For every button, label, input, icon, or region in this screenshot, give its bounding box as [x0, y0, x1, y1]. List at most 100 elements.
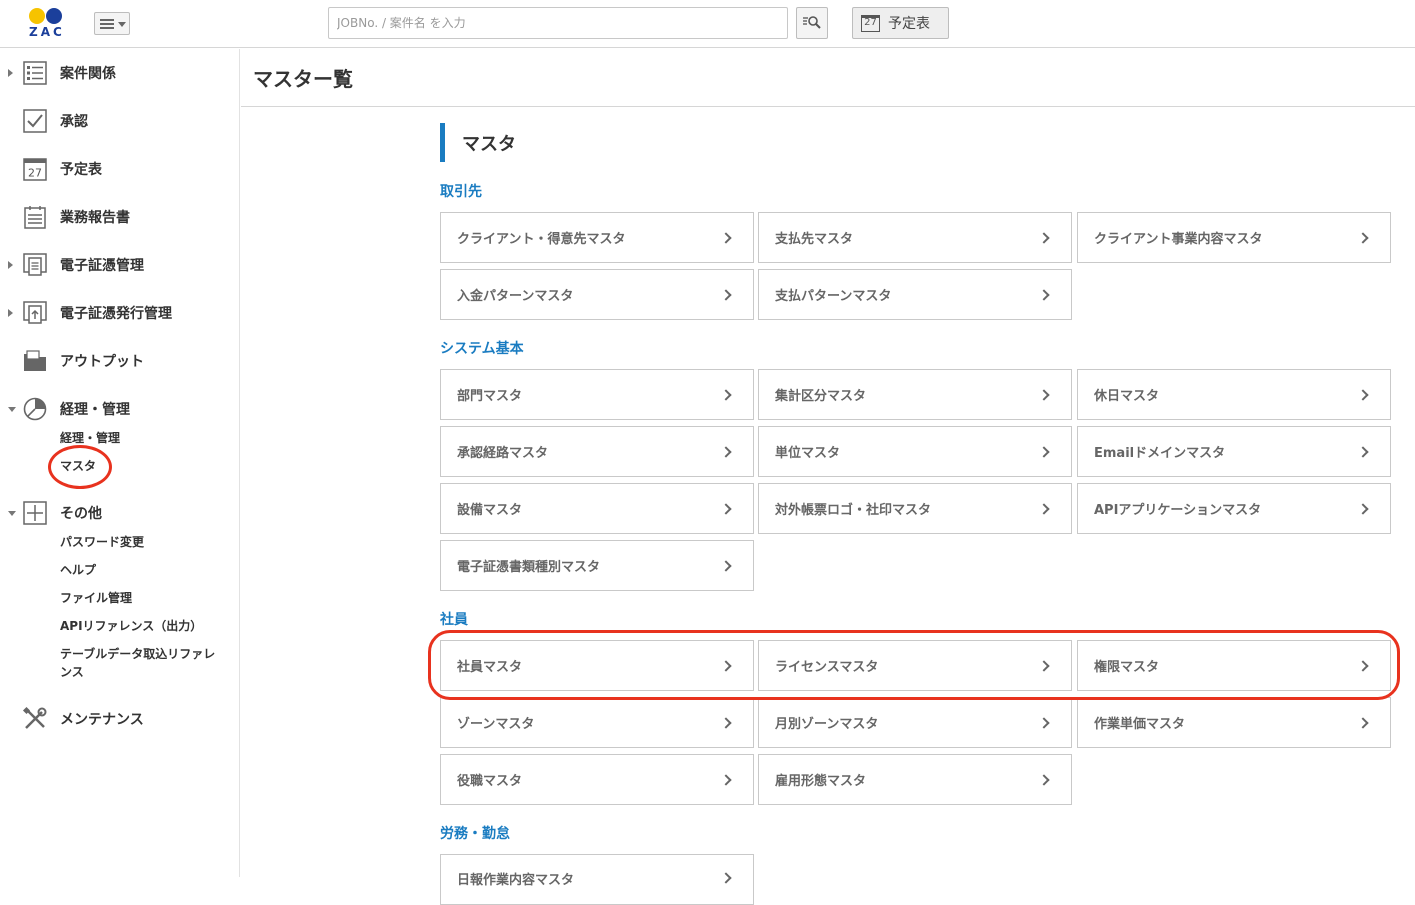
master-card-daily-work-content[interactable]: 日報作業内容マスタ	[440, 854, 754, 905]
sidebar-subitem-api-reference[interactable]: APIリファレンス（出力）	[60, 618, 202, 635]
master-card-label: 雇用形態マスタ	[775, 774, 867, 789]
sidebar-item-projects[interactable]: 案件関係	[0, 53, 239, 93]
sidebar-item-label: 業務報告書	[60, 210, 130, 226]
master-card-email-domain[interactable]: Emailドメインマスタ	[1077, 426, 1391, 477]
zac-logo[interactable]: ZAC	[26, 6, 70, 40]
chevron-right-icon	[720, 559, 732, 572]
sidebar-item-schedule[interactable]: 27 予定表	[0, 149, 239, 189]
master-card-approval-route[interactable]: 承認経路マスタ	[440, 426, 754, 477]
document-icon	[23, 253, 47, 276]
master-card-e-voucher-type[interactable]: 電子証憑書類種別マスタ	[440, 540, 754, 591]
tools-icon	[22, 706, 47, 729]
sidebar-item-accounting[interactable]: 経理・管理	[0, 389, 239, 429]
highlight-circle	[48, 445, 112, 489]
logo-text: ZAC	[29, 25, 65, 39]
checkbox-icon	[23, 109, 47, 133]
chevron-right-icon	[1038, 502, 1050, 515]
pie-chart-icon	[23, 397, 47, 421]
master-card-label: 作業単価マスタ	[1094, 717, 1186, 732]
master-card-label: ゾーンマスタ	[457, 717, 535, 732]
master-card-label: 承認経路マスタ	[457, 446, 549, 461]
sidebar-item-label: アウトプット	[60, 354, 144, 370]
master-card-label: 対外帳票ロゴ・社印マスタ	[775, 503, 932, 518]
sidebar-item-other[interactable]: その他	[0, 493, 239, 533]
sidebar-item-approval[interactable]: 承認	[0, 101, 239, 141]
master-card-aggregation[interactable]: 集計区分マスタ	[758, 369, 1072, 420]
hamburger-icon-bar	[100, 27, 114, 29]
top-header: ZAC 27 予定表	[0, 0, 1415, 48]
menu-toggle-button[interactable]	[94, 12, 130, 35]
master-card-equipment[interactable]: 設備マスタ	[440, 483, 754, 534]
calendar-icon: 27	[23, 158, 47, 181]
sidebar-subitem-accounting[interactable]: 経理・管理	[60, 430, 120, 447]
search-button[interactable]	[796, 7, 828, 39]
master-card-label: 役職マスタ	[457, 774, 523, 789]
sidebar-item-label: 経理・管理	[60, 402, 130, 418]
chevron-right-icon	[1357, 502, 1369, 515]
expand-arrow-icon[interactable]	[8, 309, 13, 317]
master-card-logo-seal[interactable]: 対外帳票ロゴ・社印マスタ	[758, 483, 1072, 534]
caret-down-icon	[118, 22, 126, 27]
job-search-input[interactable]	[328, 7, 788, 39]
chevron-right-icon	[1038, 388, 1050, 401]
master-card-employment-type[interactable]: 雇用形態マスタ	[758, 754, 1072, 805]
master-card-unit[interactable]: 単位マスタ	[758, 426, 1072, 477]
master-card-holiday[interactable]: 休日マスタ	[1077, 369, 1391, 420]
sidebar-subitem-table-import-reference[interactable]: テーブルデータ取込リファレ	[60, 646, 215, 663]
section-accent-bar	[440, 123, 445, 162]
page-title: マスター覧	[253, 67, 353, 91]
group-title-employees: 社員	[440, 612, 468, 628]
calendar-day: 27	[28, 167, 42, 180]
sidebar-item-work-report[interactable]: 業務報告書	[0, 197, 239, 237]
hamburger-icon-bar	[100, 23, 114, 25]
chevron-right-icon	[720, 502, 732, 515]
sidebar-item-label: その他	[60, 506, 102, 522]
chevron-right-icon	[1038, 773, 1050, 786]
master-card-label: 入金パターンマスタ	[457, 289, 574, 304]
section-title: マスタ	[462, 134, 516, 155]
folder-icon	[24, 350, 46, 371]
schedule-button-label: 予定表	[888, 16, 930, 32]
master-card-deposit-pattern[interactable]: 入金パターンマスタ	[440, 269, 754, 320]
sidebar-subitem-password[interactable]: パスワード変更	[60, 534, 144, 551]
master-card-work-rate[interactable]: 作業単価マスタ	[1077, 697, 1391, 748]
master-card-api-application[interactable]: APIアプリケーションマスタ	[1077, 483, 1391, 534]
group-title-system: システム基本	[440, 341, 524, 357]
sidebar-item-e-voucher[interactable]: 電子証憑管理	[0, 245, 239, 285]
master-card-payment-pattern[interactable]: 支払パターンマスタ	[758, 269, 1072, 320]
group-title-clients: 取引先	[440, 184, 482, 200]
master-card-position[interactable]: 役職マスタ	[440, 754, 754, 805]
master-card-client-business[interactable]: クライアント事業内容マスタ	[1077, 212, 1391, 263]
collapse-arrow-icon[interactable]	[8, 406, 16, 412]
schedule-button[interactable]: 27 予定表	[852, 7, 949, 39]
master-card-payee[interactable]: 支払先マスタ	[758, 212, 1072, 263]
sidebar-subitem-table-import-reference-cont[interactable]: ンス	[60, 664, 84, 681]
sidebar-item-e-voucher-issue[interactable]: 電子証憑発行管理	[0, 293, 239, 333]
master-card-label: 部門マスタ	[457, 389, 523, 404]
sidebar-item-maintenance[interactable]: メンテナンス	[0, 699, 239, 739]
sidebar-item-label: 予定表	[60, 162, 102, 178]
sidebar-subitem-file-management[interactable]: ファイル管理	[60, 590, 132, 607]
chevron-right-icon	[1038, 231, 1050, 244]
master-card-zone[interactable]: ゾーンマスタ	[440, 697, 754, 748]
chevron-right-icon	[1357, 716, 1369, 729]
sidebar-subitem-help[interactable]: ヘルプ	[60, 562, 96, 579]
collapse-arrow-icon[interactable]	[8, 510, 16, 516]
report-icon	[24, 206, 46, 229]
group-title-labor-attendance: 労務・勤怠	[440, 826, 510, 842]
master-card-label: クライアント・得意先マスタ	[457, 232, 626, 247]
sidebar-item-label: 承認	[60, 114, 88, 130]
expand-arrow-icon[interactable]	[8, 69, 13, 77]
chevron-right-icon	[720, 773, 732, 786]
expand-arrow-icon[interactable]	[8, 261, 13, 269]
chevron-right-icon	[1357, 445, 1369, 458]
master-card-department[interactable]: 部門マスタ	[440, 369, 754, 420]
sidebar-item-label: メンテナンス	[60, 712, 144, 728]
master-card-label: 休日マスタ	[1094, 389, 1160, 404]
master-card-client[interactable]: クライアント・得意先マスタ	[440, 212, 754, 263]
master-card-monthly-zone[interactable]: 月別ゾーンマスタ	[758, 697, 1072, 748]
chevron-right-icon	[1038, 288, 1050, 301]
chevron-right-icon	[720, 445, 732, 458]
sidebar-item-output[interactable]: アウトプット	[0, 341, 239, 381]
master-card-label: 設備マスタ	[457, 503, 523, 518]
